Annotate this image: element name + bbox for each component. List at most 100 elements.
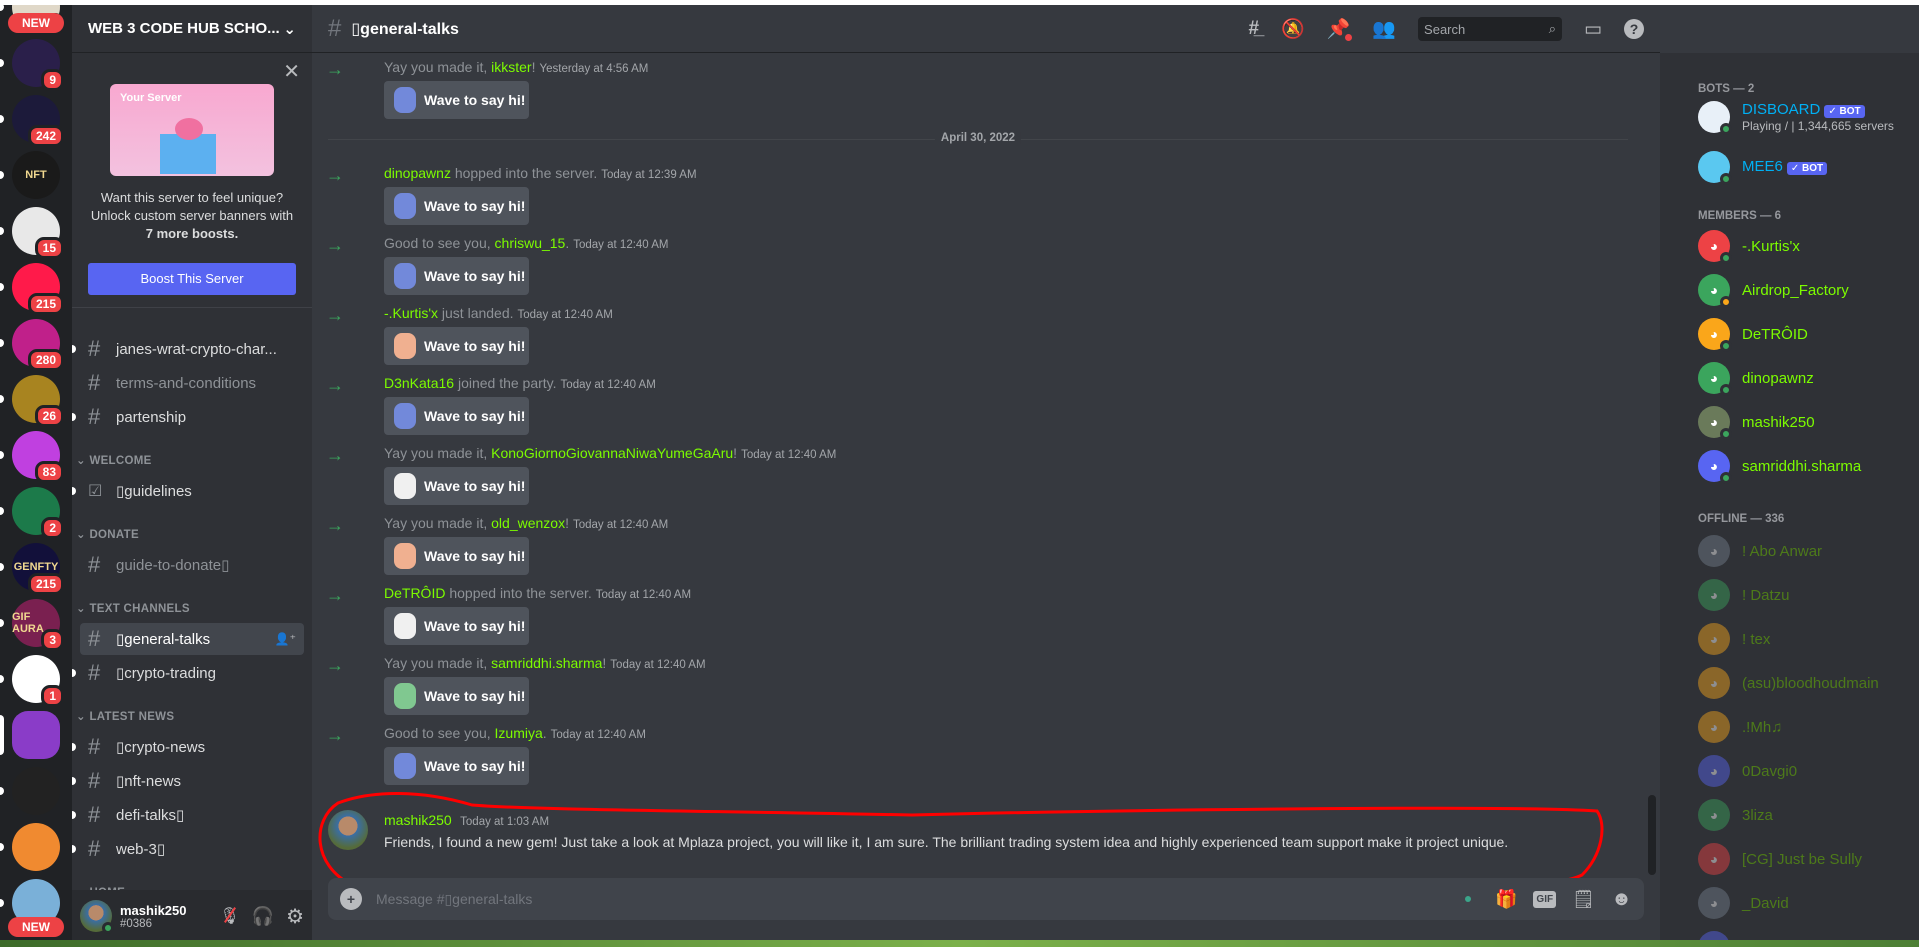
- category-text-channels[interactable]: ⌄ TEXT CHANNELS: [76, 601, 190, 615]
- hash-icon: #: [88, 552, 101, 577]
- channel-item[interactable]: # ▯nft-news: [72, 765, 304, 797]
- channel-name: ▯crypto-trading: [116, 665, 216, 682]
- server-icon[interactable]: 242: [12, 95, 64, 147]
- channel-item[interactable]: # ▯crypto-trading: [72, 657, 304, 689]
- category-label: WELCOME: [89, 455, 152, 467]
- member-item[interactable]: ◕ 0Davgi0: [1698, 755, 1913, 787]
- new-badge: NEW: [8, 13, 64, 33]
- chat-area: # ▯general-talks #̲ 🔕 📌 👥 Search ⌕ ▭ ? → Y…: [312, 5, 1660, 942]
- chat-scrollbar[interactable]: [1648, 795, 1656, 875]
- member-item[interactable]: ◕ samriddhi.sharma: [1698, 450, 1913, 484]
- channel-item[interactable]: # guide-to-donate▯: [80, 549, 304, 581]
- member-item[interactable]: ◕ mashik250: [1698, 406, 1913, 440]
- unread-indicator: [0, 171, 4, 179]
- member-item[interactable]: ◕ (asu)bloodhoudmain: [1698, 667, 1913, 699]
- server-icon[interactable]: NFT: [12, 151, 60, 199]
- avatar: ◕: [1698, 230, 1732, 264]
- unread-indicator: [0, 395, 4, 403]
- avatar: ◕: [1698, 755, 1730, 787]
- member-name: DISBOARD: [1742, 101, 1821, 118]
- close-icon[interactable]: ✕: [283, 59, 300, 84]
- server-icon[interactable]: 215: [12, 263, 64, 315]
- sticker-icon[interactable]: 🗒: [1572, 889, 1595, 910]
- member-name: samriddhi.sharma: [1742, 457, 1862, 475]
- message-input-placeholder[interactable]: Message #▯general-talks: [376, 891, 1465, 908]
- unread-indicator: [0, 339, 4, 347]
- gear-icon[interactable]: ⚙: [286, 904, 304, 929]
- gift-icon[interactable]: 🎁: [1495, 889, 1517, 910]
- rules-icon: ☑: [88, 483, 103, 500]
- member-item[interactable]: DISBOARD ✓ BOT Playing / | 1,344,665 serve…: [1698, 101, 1913, 135]
- server-icon[interactable]: 9: [12, 39, 64, 91]
- mute-mic-icon[interactable]: 🎙: [219, 906, 240, 926]
- headphones-icon[interactable]: 🎧: [252, 906, 274, 927]
- avatar: ◕: [1698, 799, 1730, 831]
- hash-icon: #: [88, 370, 101, 395]
- avatar: ◕: [1698, 450, 1732, 484]
- unread-indicator: [0, 899, 4, 907]
- avatar: ◕: [1698, 318, 1732, 352]
- server-icon[interactable]: 15: [12, 207, 64, 259]
- boost-line-2: Unlock custom server banners with: [90, 208, 294, 223]
- member-item[interactable]: ◕ ! tex: [1698, 623, 1913, 655]
- hash-icon: #: [88, 336, 101, 361]
- channel-item[interactable]: ☑ ▯guidelines: [72, 475, 304, 507]
- unread-indicator: [72, 845, 76, 853]
- avatar: ◕: [1698, 887, 1730, 919]
- server-icon[interactable]: 83: [12, 431, 64, 483]
- member-item[interactable]: ◕ DeTRÔID: [1698, 318, 1913, 352]
- server-icon[interactable]: 1: [12, 655, 64, 707]
- member-item[interactable]: ◕ .!Mh♫: [1698, 711, 1913, 743]
- emoji-icon[interactable]: ☻: [1611, 888, 1632, 911]
- online-status-icon: [1720, 340, 1732, 352]
- avatar: ◕: [1698, 535, 1730, 567]
- server-header[interactable]: WEB 3 CODE HUB SCHO... ⌄: [72, 5, 312, 53]
- unread-indicator: [72, 413, 76, 421]
- server-icon[interactable]: 26: [12, 375, 64, 427]
- channel-item[interactable]: # terms-and-conditions: [80, 367, 304, 399]
- channel-item[interactable]: # ▯crypto-news: [72, 731, 304, 763]
- banner-label: Your Server: [120, 92, 182, 104]
- member-item[interactable]: ◕ -.Kurtis'x: [1698, 230, 1913, 264]
- channel-item[interactable]: # web-3▯: [72, 833, 304, 865]
- boost-server-button[interactable]: Boost This Server: [88, 263, 296, 295]
- online-status-icon: [102, 922, 114, 934]
- member-item[interactable]: ◕ ! Datzu: [1698, 579, 1913, 611]
- server-icon[interactable]: [12, 711, 60, 759]
- channel-name: partenship: [116, 408, 187, 426]
- unread-indicator: [0, 619, 4, 627]
- message-composer[interactable]: + Message #▯general-talks 🎁 GIF 🗒 ☻: [328, 878, 1644, 920]
- discord-window: 489NEW242NFT1521528026832GENFTY215GIF AU…: [0, 5, 1919, 942]
- server-icon[interactable]: GIF AURA 3: [12, 599, 64, 651]
- server-icon[interactable]: 2: [12, 487, 64, 539]
- invite-icon[interactable]: 👤⁺: [275, 632, 296, 646]
- unread-indicator: [72, 345, 76, 353]
- server-icon[interactable]: [12, 823, 60, 871]
- member-group-header: OFFLINE — 336: [1698, 513, 1785, 525]
- channel-item[interactable]: # janes-wrat-crypto-char...: [72, 333, 304, 365]
- server-icon[interactable]: GENFTY 215: [12, 543, 64, 595]
- member-item[interactable]: ◕ dinopawnz: [1698, 362, 1913, 396]
- add-attachment-icon[interactable]: +: [340, 888, 362, 910]
- avatar: [1698, 101, 1732, 135]
- channel-item[interactable]: # ▯general-talks 👤⁺: [80, 623, 304, 655]
- channel-item[interactable]: # defi-talks▯: [72, 799, 304, 831]
- category-welcome[interactable]: ⌄ WELCOME: [76, 453, 152, 467]
- member-item[interactable]: ◕ ! Abo Anwar: [1698, 535, 1913, 567]
- member-item[interactable]: ◕ 3liza: [1698, 799, 1913, 831]
- member-item[interactable]: MEE6 ✓ BOT: [1698, 151, 1913, 185]
- avatar[interactable]: [80, 900, 114, 934]
- member-item[interactable]: ◕ _David: [1698, 887, 1913, 919]
- channel-item[interactable]: # partenship: [72, 401, 304, 433]
- member-item[interactable]: ◕ [CG] Just be Sully: [1698, 843, 1913, 875]
- unread-indicator: [0, 115, 4, 123]
- server-icon[interactable]: 280: [12, 319, 64, 371]
- member-item[interactable]: ◕ Airdrop_Factory: [1698, 274, 1913, 308]
- category-donate[interactable]: ⌄ DONATE: [76, 527, 139, 541]
- unread-indicator: [0, 843, 4, 851]
- server-icon[interactable]: [12, 767, 60, 815]
- gif-button[interactable]: GIF: [1533, 890, 1557, 908]
- category-latest-news[interactable]: ⌄ LATEST NEWS: [76, 709, 174, 723]
- unread-indicator: [0, 675, 4, 683]
- member-name: ! Datzu: [1742, 586, 1790, 604]
